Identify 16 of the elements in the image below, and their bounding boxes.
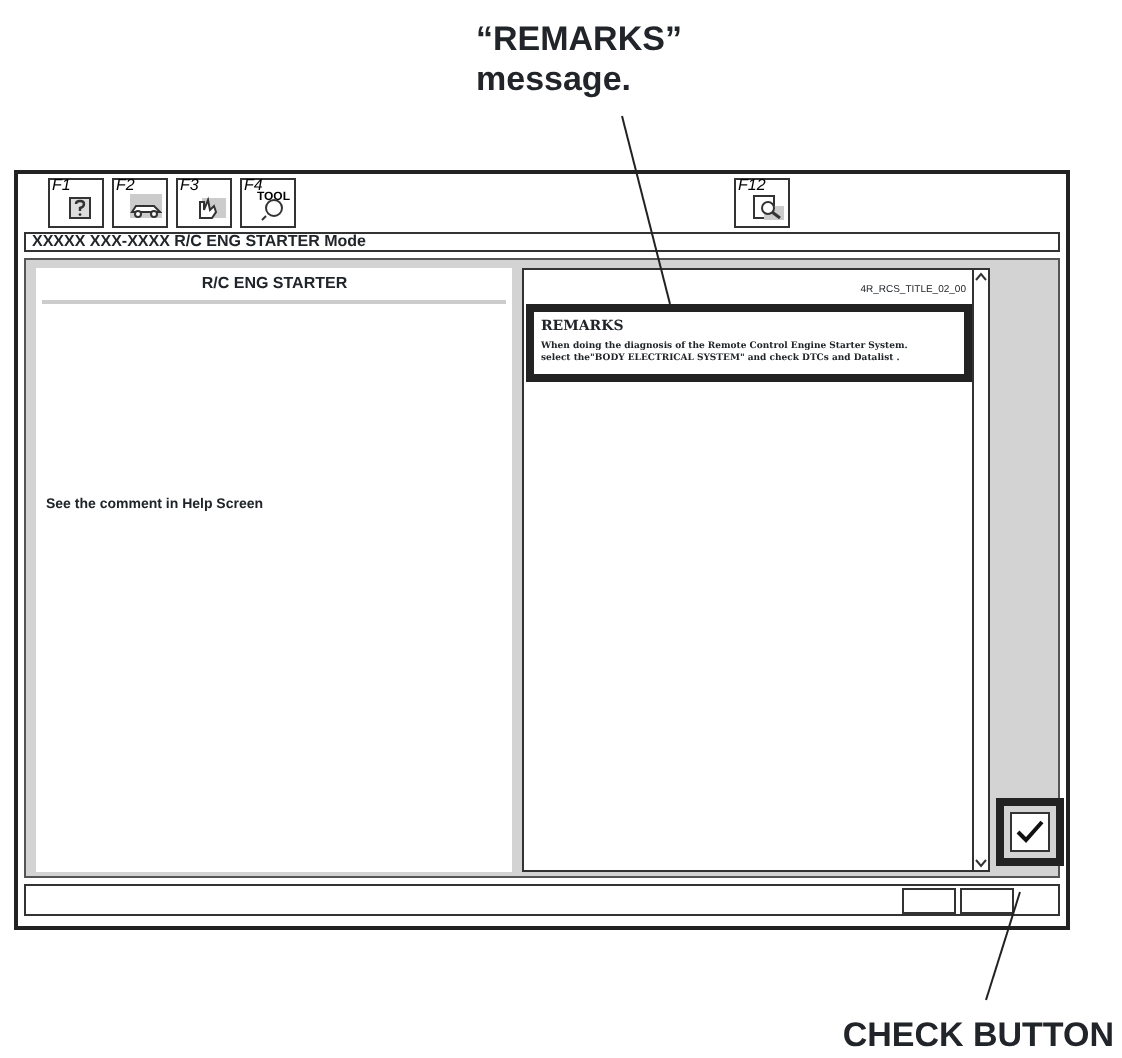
callout-label: “REMARKS” message. [476,18,684,102]
scroll-up-icon[interactable] [974,270,988,284]
title-bar: XXXXX XXX-XXXX R/C ENG STARTER Mode [24,232,1060,252]
function-key-button[interactable]: F3 [176,178,232,228]
scrollbar[interactable] [972,270,990,870]
check-button[interactable] [1009,812,1049,852]
magnifier-icon [752,194,784,222]
car-icon [130,194,162,222]
scroll-down-icon[interactable] [974,856,988,870]
checkmark-icon [1015,820,1043,844]
function-key-button[interactable]: F2 [112,178,168,228]
function-key-button[interactable]: F12 [734,178,790,228]
panel-heading: R/C ENG STARTER [42,268,507,304]
callout-label: CHECK BUTTON [840,1014,1116,1058]
hand-icon [194,194,226,222]
function-key-button[interactable]: F1 [48,178,104,228]
